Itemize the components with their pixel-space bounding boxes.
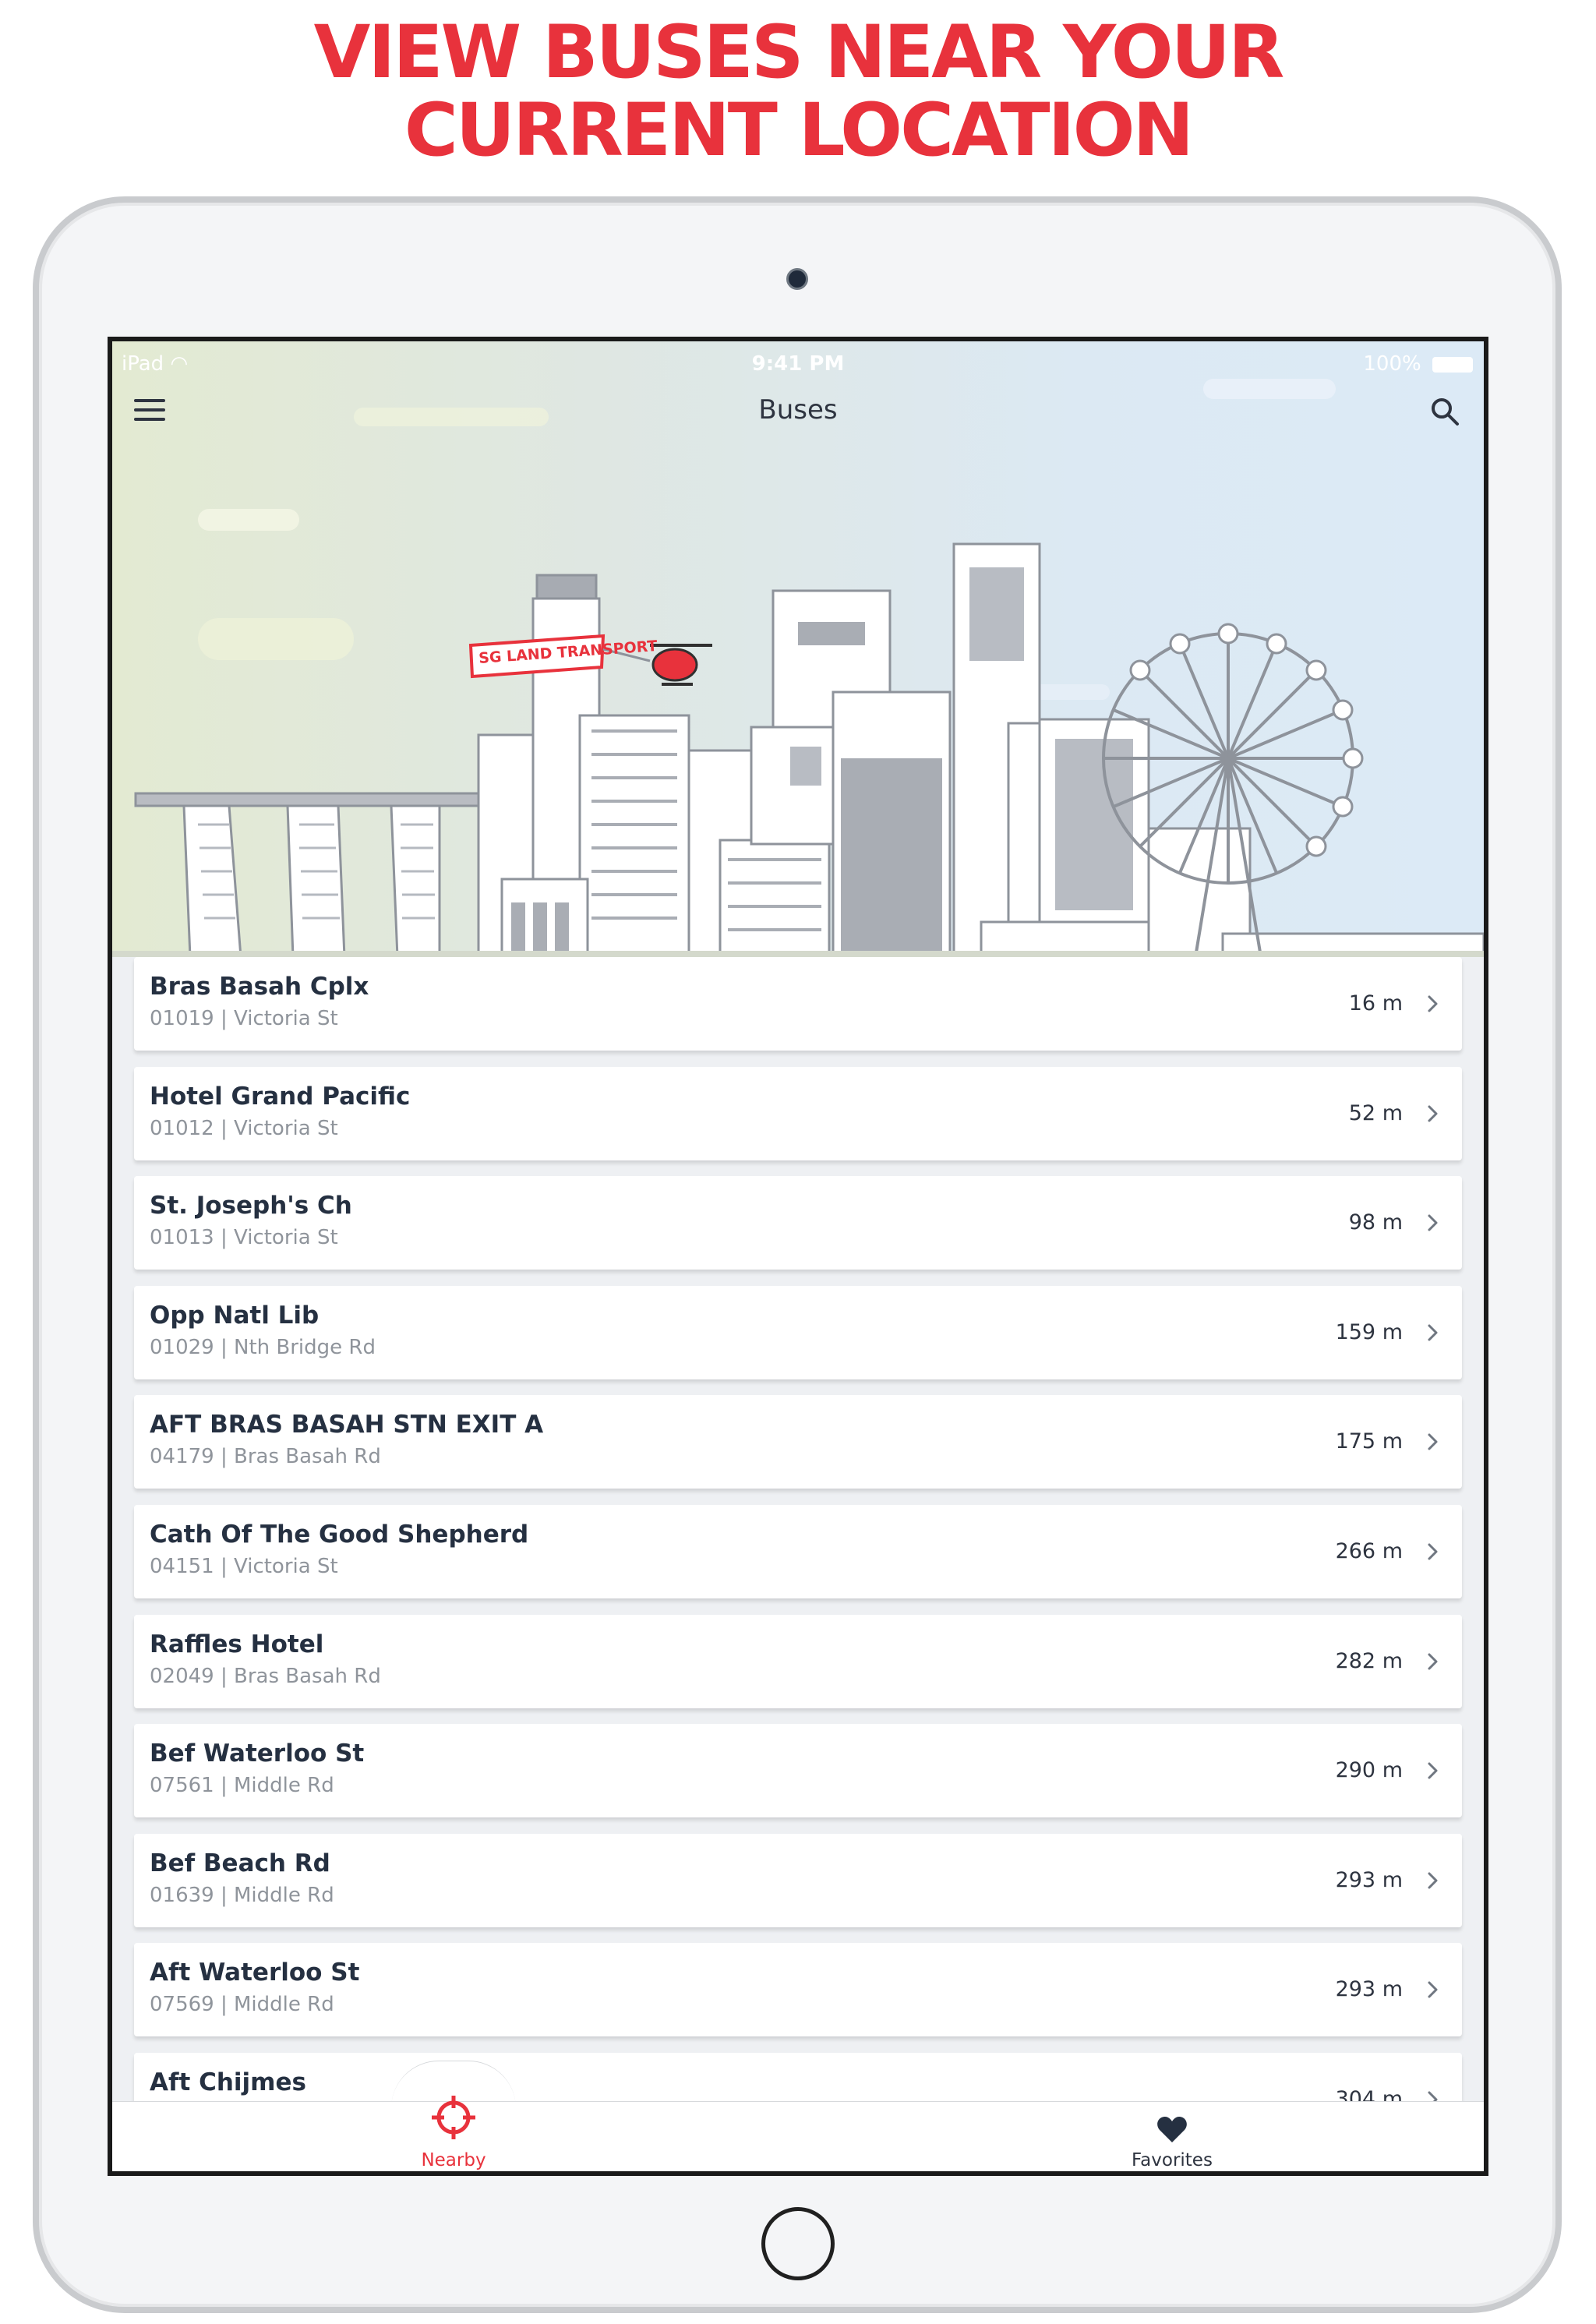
heart-icon — [1157, 2117, 1187, 2142]
bus-stop-row[interactable]: Bef Waterloo St 07561 | Middle Rd 290 m — [134, 1724, 1462, 1817]
bus-stop-name: Bef Beach Rd — [150, 1849, 330, 1877]
bus-stop-row[interactable]: St. Joseph's Ch 01013 | Victoria St 98 m — [134, 1176, 1462, 1270]
bus-stop-distance: 175 m — [1335, 1429, 1403, 1453]
bus-stop-distance: 98 m — [1348, 1210, 1403, 1234]
bus-stop-name: Aft Waterloo St — [150, 1958, 360, 1987]
headline-line-2: CURRENT LOCATION — [404, 88, 1194, 173]
chevron-right-icon — [1428, 1324, 1438, 1341]
battery-icon — [1432, 356, 1473, 373]
chevron-right-icon — [1428, 1981, 1438, 1998]
bus-stop-code-road: 01013 | Victoria St — [150, 1226, 338, 1249]
battery-percent: 100% — [1363, 352, 1421, 376]
bus-stop-row[interactable]: Opp Natl Lib 01029 | Nth Bridge Rd 159 m — [134, 1286, 1462, 1379]
chevron-right-icon — [1428, 1105, 1438, 1122]
bus-stop-row[interactable]: Hotel Grand Pacific 01012 | Victoria St 52… — [134, 1067, 1462, 1160]
bus-stop-code-road: 07561 | Middle Rd — [150, 1774, 334, 1797]
bus-stop-distance: 293 m — [1335, 1868, 1403, 1892]
tab-favorites-label: Favorites — [1132, 2150, 1213, 2170]
page-title: Buses — [758, 394, 838, 426]
status-time: 9:41 PM — [751, 352, 845, 376]
chevron-right-icon — [1428, 1543, 1438, 1560]
headline-line-1: VIEW BUSES NEAR YOUR — [313, 10, 1285, 95]
bus-stop-distance: 293 m — [1335, 1977, 1403, 2001]
bus-stop-distance: 16 m — [1348, 991, 1403, 1015]
chevron-right-icon — [1428, 1762, 1438, 1779]
bus-stop-row[interactable]: Aft Waterloo St 07569 | Middle Rd 293 m — [134, 1943, 1462, 2036]
bus-stop-name: Hotel Grand Pacific — [150, 1083, 411, 1111]
bus-stop-row[interactable]: Bef Beach Rd 01639 | Middle Rd 293 m — [134, 1834, 1462, 1927]
chevron-right-icon — [1428, 995, 1438, 1012]
bus-stop-code-road: 01019 | Victoria St — [150, 1007, 338, 1030]
marketing-headline: VIEW BUSES NEAR YOUR CURRENT LOCATION — [0, 14, 1596, 170]
tab-nearby[interactable]: Nearby — [376, 2096, 531, 2171]
bus-stop-name: Bras Basah Cplx — [150, 973, 369, 1001]
camera-icon — [786, 268, 808, 290]
bus-stop-row[interactable]: Raffles Hotel 02049 | Bras Basah Rd 282 m — [134, 1615, 1462, 1708]
bus-stop-code-road: 01029 | Nth Bridge Rd — [150, 1336, 376, 1359]
bus-stop-distance: 266 m — [1335, 1539, 1403, 1563]
bus-stop-code-road: 07569 | Middle Rd — [150, 1993, 334, 2016]
bus-stop-code-road: 04151 | Victoria St — [150, 1555, 338, 1578]
bus-stop-distance: 290 m — [1335, 1758, 1403, 1782]
bus-stop-name: Opp Natl Lib — [150, 1302, 320, 1330]
tab-bar: Nearby Favorites — [112, 2096, 1484, 2171]
nav-bar: Buses — [112, 383, 1484, 438]
bus-stop-row[interactable]: Cath Of The Good Shepherd 04151 | Victori… — [134, 1505, 1462, 1598]
tab-nearby-label: Nearby — [421, 2150, 486, 2170]
status-bar: iPad ◠ 9:41 PM 100% — [112, 352, 1484, 380]
bus-stop-name: Bef Waterloo St — [150, 1739, 365, 1768]
battery-indicator: 100% — [1363, 352, 1473, 376]
chevron-right-icon — [1428, 1214, 1438, 1231]
bus-stop-distance: 159 m — [1335, 1320, 1403, 1344]
bus-stop-name: AFT BRAS BASAH STN EXIT A — [150, 1411, 544, 1439]
bus-stop-name: Raffles Hotel — [150, 1630, 324, 1658]
skyline-header: SG LAND TRANSPORT iPad ◠ 9:41 PM 100% Bu… — [112, 341, 1484, 957]
bus-stop-row[interactable]: Bras Basah Cplx 01019 | Victoria St 16 m — [134, 957, 1462, 1051]
bus-stop-distance: 282 m — [1335, 1649, 1403, 1673]
app-screen: SG LAND TRANSPORT iPad ◠ 9:41 PM 100% Bu… — [108, 337, 1488, 2176]
bus-stop-distance: 52 m — [1348, 1101, 1403, 1125]
bus-stop-name: Cath Of The Good Shepherd — [150, 1520, 529, 1549]
bus-stop-code-road: 04179 | Bras Basah Rd — [150, 1445, 381, 1468]
chevron-right-icon — [1428, 1653, 1438, 1670]
bus-stop-code-road: 01012 | Victoria St — [150, 1117, 338, 1140]
search-icon[interactable] — [1428, 394, 1462, 429]
chevron-right-icon — [1428, 1433, 1438, 1450]
tab-favorites[interactable]: Favorites — [1094, 2102, 1250, 2171]
bus-stop-code-road: 01639 | Middle Rd — [150, 1884, 334, 1907]
home-button[interactable] — [761, 2207, 835, 2280]
crosshair-target-icon — [432, 2096, 475, 2139]
bus-stop-row[interactable]: AFT BRAS BASAH STN EXIT A 04179 | Bras Ba… — [134, 1395, 1462, 1489]
bus-stop-name: Aft Chijmes — [150, 2068, 306, 2096]
bus-stop-name: St. Joseph's Ch — [150, 1192, 352, 1220]
chevron-right-icon — [1428, 1872, 1438, 1889]
bus-stop-code-road: 02049 | Bras Basah Rd — [150, 1665, 381, 1688]
